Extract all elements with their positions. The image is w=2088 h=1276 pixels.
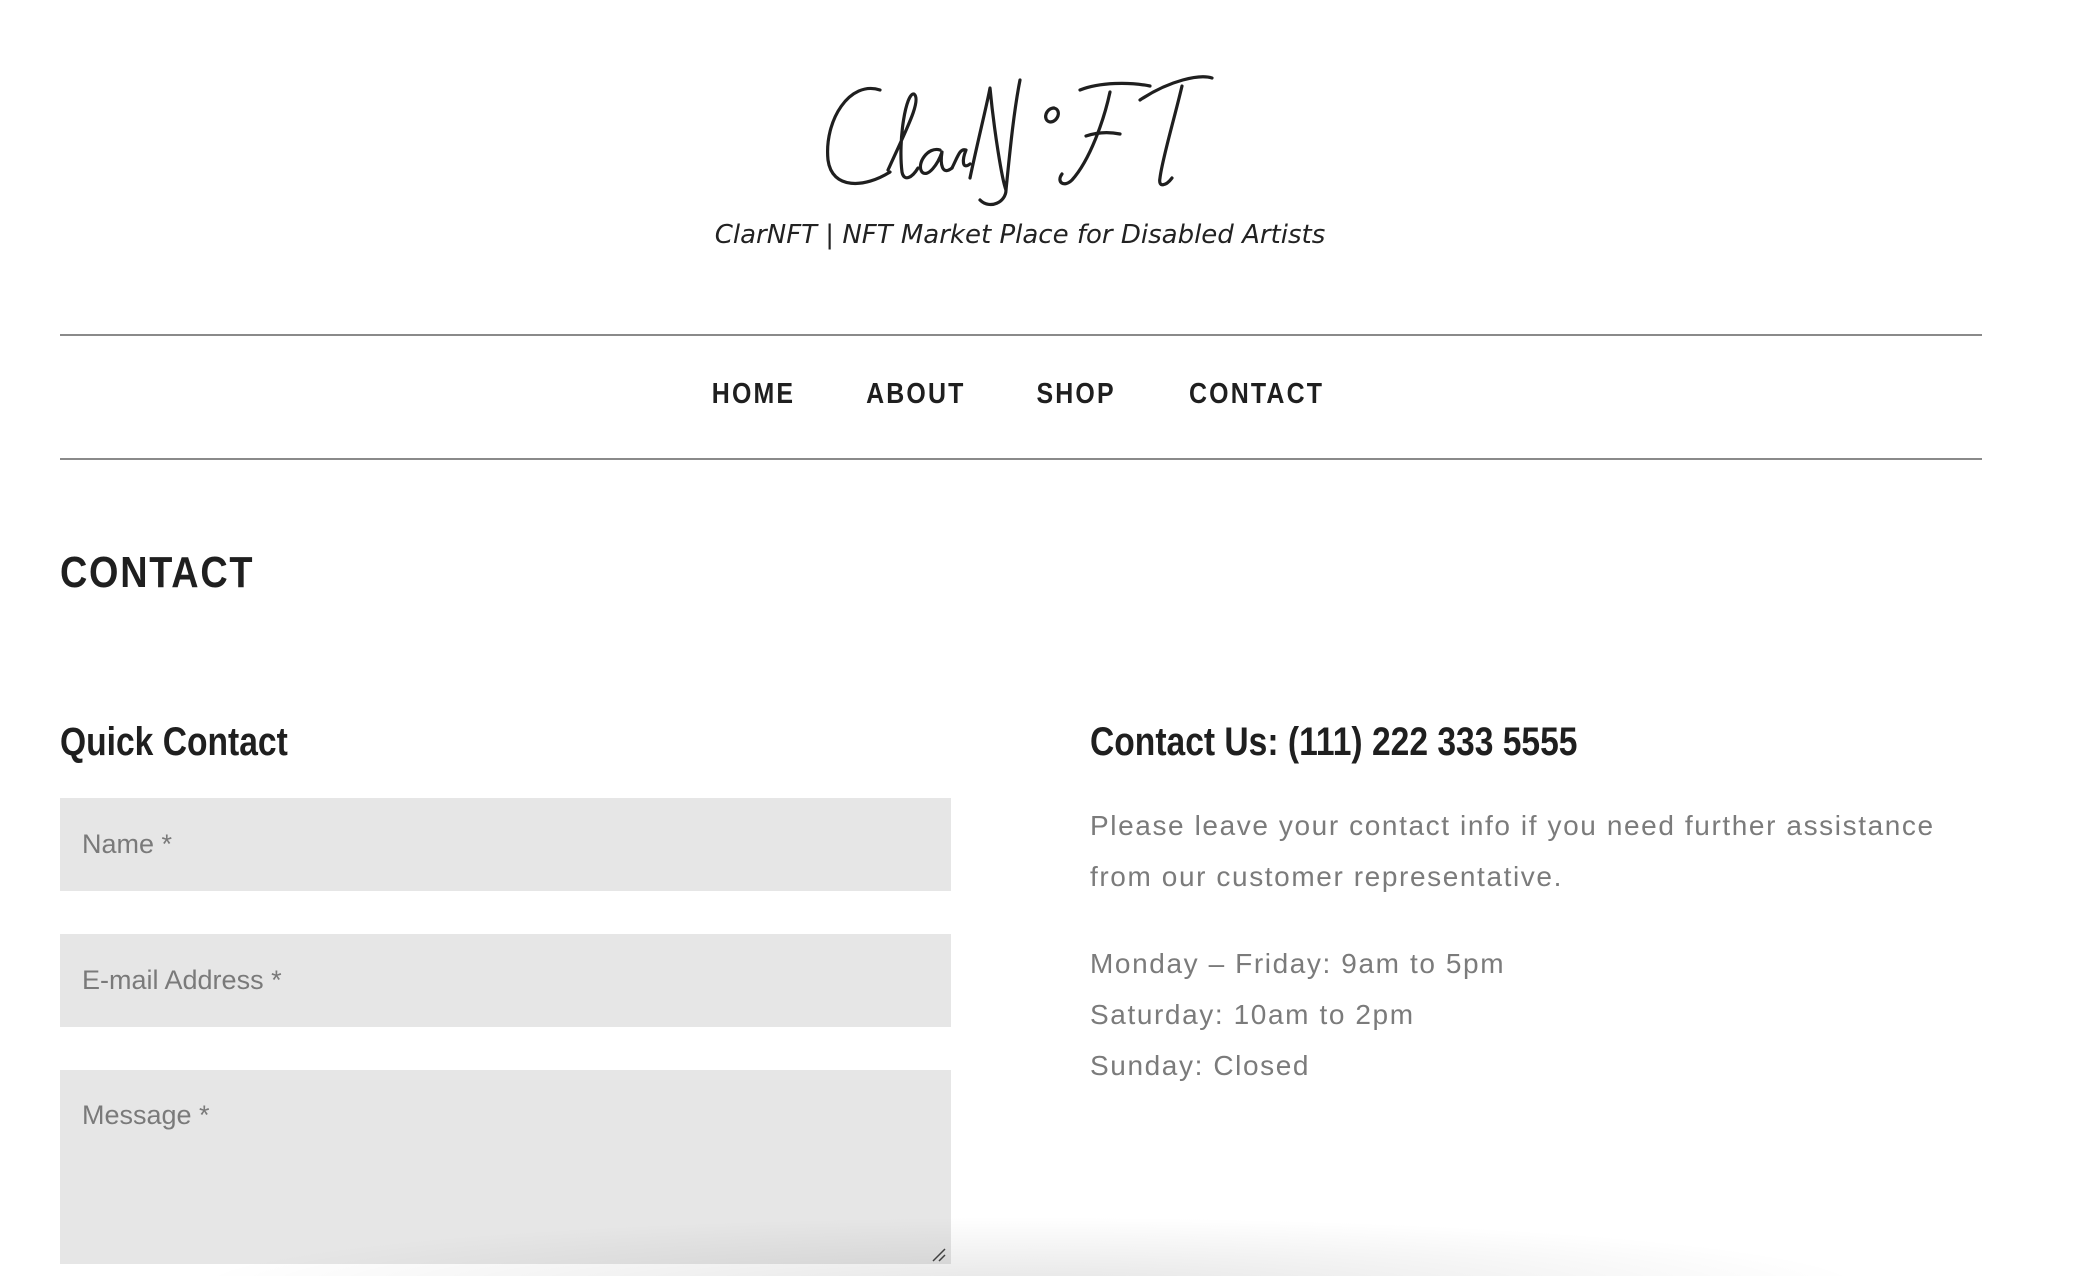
message-field[interactable] (60, 1070, 951, 1264)
site-logo[interactable] (0, 60, 2040, 215)
contact-us-heading: Contact Us: (111) 222 333 5555 (1090, 720, 1578, 764)
hours-saturday: Saturday: 10am to 2pm (1090, 999, 1415, 1030)
main-navigation: HOME ABOUT SHOP CONTACT (0, 378, 2040, 411)
clarnft-script-logo (826, 75, 1214, 206)
hours-weekday: Monday – Friday: 9am to 5pm (1090, 948, 1506, 979)
textarea-resize-handle-icon[interactable] (930, 1246, 946, 1262)
nav-divider-bottom (60, 458, 1982, 460)
business-hours: Monday – Friday: 9am to 5pm Saturday: 10… (1090, 938, 1505, 1091)
quick-contact-heading: Quick Contact (60, 720, 288, 764)
contact-description: Please leave your contact info if you ne… (1090, 810, 1935, 892)
nav-item-home[interactable]: HOME (712, 378, 795, 411)
nav-item-about[interactable]: ABOUT (866, 378, 965, 411)
page-title: CONTACT (60, 548, 255, 597)
hours-sunday: Sunday: Closed (1090, 1050, 1311, 1081)
name-field[interactable] (60, 798, 951, 891)
nav-divider-top (60, 334, 1982, 336)
site-tagline: ClarNFT | NFT Market Place for Disabled … (714, 220, 1326, 250)
nav-item-shop[interactable]: SHOP (1036, 378, 1115, 411)
email-field[interactable] (60, 934, 951, 1027)
nav-item-contact[interactable]: CONTACT (1189, 378, 1324, 411)
